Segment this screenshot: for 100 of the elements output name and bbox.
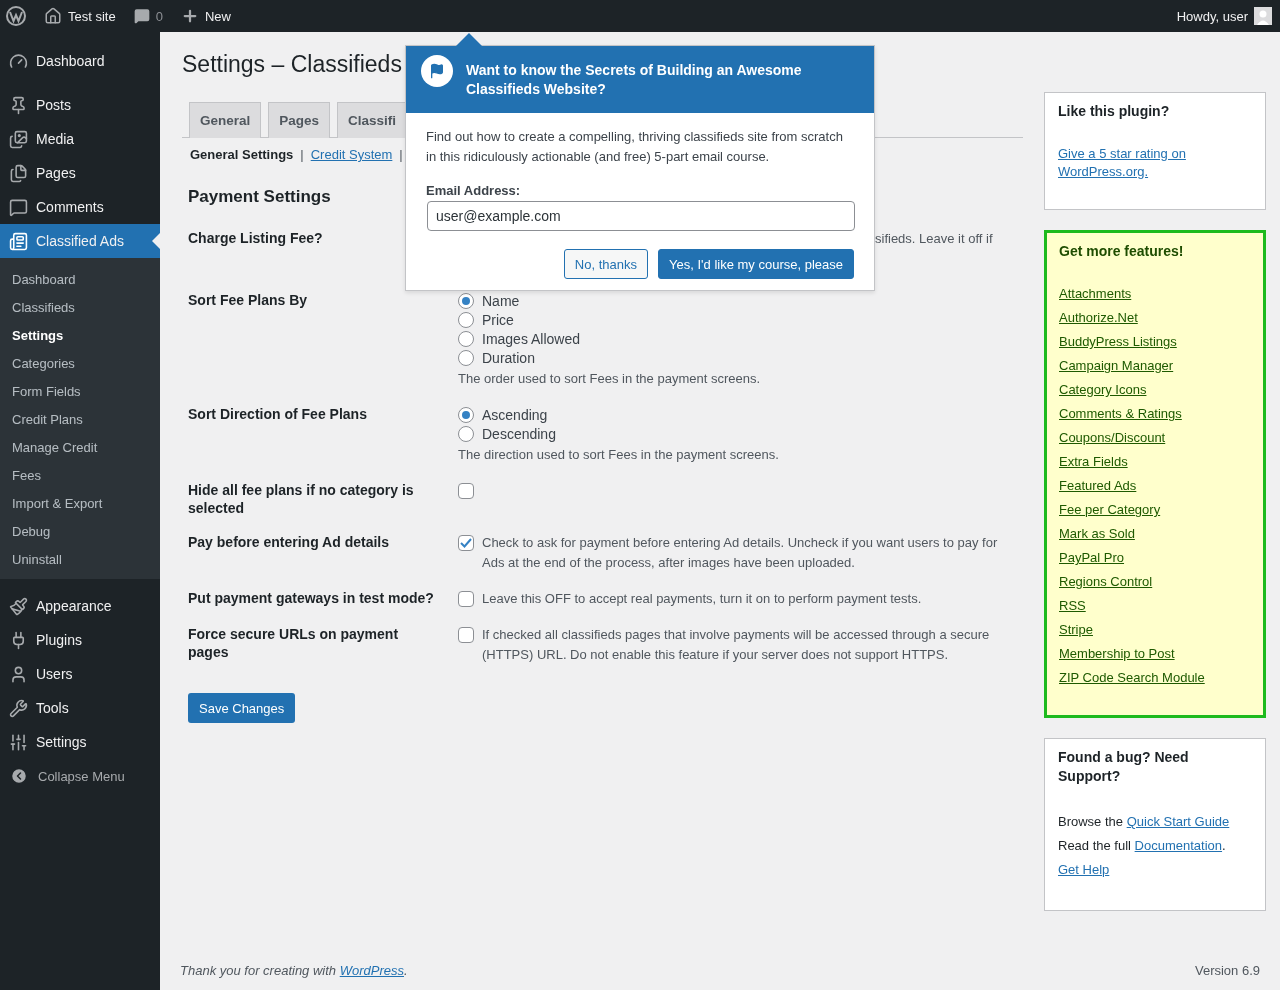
rating-link[interactable]: Give a 5 star rating on WordPress.org. bbox=[1058, 145, 1252, 181]
popup-text: Find out how to create a compelling, thriving classifieds site from scratch in this ridiculously actionable (and free) 5-part email course. bbox=[426, 128, 844, 166]
radio-button[interactable] bbox=[458, 349, 474, 366]
accept-button[interactable]: Yes, I'd like my course, please bbox=[658, 249, 854, 279]
newspaper-icon bbox=[9, 231, 28, 251]
menu-item[interactable]: Appearance bbox=[0, 589, 160, 623]
submenu-item[interactable]: Credit Plans bbox=[0, 405, 160, 433]
radio-label: Descending bbox=[482, 424, 556, 444]
subnav-link[interactable]: Credit System bbox=[310, 147, 393, 162]
radio-button[interactable] bbox=[458, 425, 474, 442]
feature-link[interactable]: Featured Ads bbox=[1059, 478, 1137, 493]
radio-button[interactable] bbox=[458, 292, 474, 309]
menu-item[interactable]: Dashboard bbox=[0, 44, 160, 78]
feature-link[interactable]: ZIP Code Search Module bbox=[1059, 670, 1205, 685]
pages-icon bbox=[9, 163, 28, 183]
checkbox[interactable] bbox=[458, 591, 474, 607]
email-field[interactable]: user@example.com bbox=[427, 201, 855, 231]
feature-link[interactable]: PayPal Pro bbox=[1059, 550, 1125, 565]
submenu-item[interactable]: Dashboard bbox=[0, 265, 160, 293]
feature-link[interactable]: Regions Control bbox=[1059, 574, 1153, 589]
wordpress-logo-icon[interactable] bbox=[6, 6, 26, 26]
radio-button[interactable] bbox=[458, 330, 474, 347]
menu-item[interactable]: Pages bbox=[0, 156, 160, 190]
comment-count[interactable]: 0 bbox=[155, 8, 163, 24]
separator: | bbox=[399, 147, 403, 162]
field-description: The order used to sort Fees in the payment screens. bbox=[458, 370, 762, 388]
submenu-item[interactable]: Settings bbox=[0, 321, 160, 349]
menu-item[interactable]: Comments bbox=[0, 190, 160, 224]
radio-button[interactable] bbox=[458, 406, 474, 423]
page-title: Settings – Classifieds bbox=[182, 51, 402, 78]
separator: | bbox=[300, 147, 304, 162]
box-title: Like this plugin? bbox=[1058, 102, 1171, 121]
feature-link[interactable]: Coupons/Discount bbox=[1059, 430, 1166, 445]
support-link[interactable]: Quick Start Guide bbox=[1126, 814, 1230, 829]
checkbox[interactable] bbox=[458, 627, 474, 643]
setting-label: Charge Listing Fee? bbox=[188, 229, 324, 248]
feature-link[interactable]: Category Icons bbox=[1059, 382, 1147, 397]
checkbox[interactable] bbox=[458, 535, 474, 551]
submenu-item[interactable]: Manage Credit bbox=[0, 433, 160, 461]
support-link[interactable]: Documentation bbox=[1134, 838, 1223, 853]
feature-link[interactable]: Attachments bbox=[1059, 286, 1132, 301]
feature-link[interactable]: RSS bbox=[1059, 598, 1086, 613]
gauge-icon bbox=[9, 51, 28, 71]
email-label: Email Address: bbox=[426, 182, 522, 200]
wrench-icon bbox=[9, 698, 28, 718]
field-description: Leave this OFF to accept real payments, turn it on to perform payment tests. bbox=[482, 590, 922, 608]
menu-item[interactable]: Posts bbox=[0, 88, 160, 122]
submenu-item[interactable]: Import & Export bbox=[0, 489, 160, 517]
submenu-item[interactable]: Fees bbox=[0, 461, 160, 489]
submenu-item[interactable]: Classifieds bbox=[0, 293, 160, 321]
section-title: Payment Settings bbox=[188, 187, 331, 207]
menu-item[interactable]: Users bbox=[0, 657, 160, 691]
support-link[interactable]: Get Help bbox=[1058, 862, 1110, 877]
submenu-item[interactable]: Debug bbox=[0, 517, 160, 545]
setting-label: Sort Fee Plans By bbox=[188, 291, 309, 310]
save-button[interactable]: Save Changes bbox=[188, 693, 296, 723]
tab[interactable]: Classifi bbox=[337, 102, 408, 138]
comment-icon[interactable] bbox=[133, 8, 150, 24]
feature-link[interactable]: Stripe bbox=[1059, 622, 1093, 637]
pin-icon bbox=[9, 95, 28, 115]
subnav-link[interactable]: General Settings bbox=[190, 147, 294, 162]
decline-button[interactable]: No, thanks bbox=[563, 249, 648, 279]
feature-link[interactable]: BuddyPress Listings bbox=[1059, 334, 1177, 349]
images-icon bbox=[9, 129, 28, 149]
feature-link[interactable]: Campaign Manager bbox=[1059, 358, 1174, 373]
feature-link[interactable]: Comments & Ratings bbox=[1059, 406, 1182, 421]
radio-label: Ascending bbox=[482, 405, 548, 425]
new-link[interactable]: New bbox=[204, 8, 231, 24]
user-icon bbox=[9, 664, 28, 684]
submenu-item[interactable]: Categories bbox=[0, 349, 160, 377]
submenu-item[interactable]: Uninstall bbox=[0, 545, 160, 573]
tab[interactable]: Pages bbox=[268, 102, 331, 138]
feature-link[interactable]: Fee per Category bbox=[1059, 502, 1161, 517]
feature-link[interactable]: Mark as Sold bbox=[1059, 526, 1135, 541]
menu-item[interactable]: Classified Ads bbox=[0, 224, 160, 258]
setting-label: Force secure URLs on payment pages bbox=[188, 625, 400, 662]
wordpress-link[interactable]: WordPress bbox=[339, 962, 404, 978]
menu-item[interactable]: Settings bbox=[0, 725, 160, 759]
home-icon[interactable] bbox=[44, 7, 62, 25]
feature-link[interactable]: Extra Fields bbox=[1059, 454, 1128, 469]
menu-item[interactable]: Media bbox=[0, 122, 160, 156]
feature-link[interactable]: Authorize.Net bbox=[1059, 310, 1138, 325]
setting-label: Sort Direction of Fee Plans bbox=[188, 405, 368, 424]
checkbox[interactable] bbox=[458, 483, 474, 499]
support-text: Read the full bbox=[1058, 838, 1132, 853]
setting-label: Put payment gateways in test mode? bbox=[188, 589, 435, 608]
greeting[interactable]: Howdy, user bbox=[1176, 8, 1248, 24]
menu-item[interactable]: Tools bbox=[0, 691, 160, 725]
radio-button[interactable] bbox=[458, 311, 474, 328]
sliders-icon bbox=[9, 732, 28, 752]
collapse-icon[interactable] bbox=[10, 767, 28, 785]
tab[interactable]: General bbox=[189, 102, 262, 138]
site-name-link[interactable]: Test site bbox=[68, 8, 116, 24]
field-description: If checked all classifieds pages that involve payments will be accessed through a secure (HTTPS) URL. Do not enable this feature if your server does not support HTTPS. bbox=[482, 626, 991, 664]
radio-label: Duration bbox=[482, 348, 535, 368]
feature-link[interactable]: Membership to Post bbox=[1059, 646, 1175, 661]
submenu-item[interactable]: Form Fields bbox=[0, 377, 160, 405]
menu-item[interactable]: Plugins bbox=[0, 623, 160, 657]
flag-icon bbox=[429, 63, 445, 79]
collapse-menu-link[interactable]: Collapse Menu bbox=[38, 768, 125, 784]
